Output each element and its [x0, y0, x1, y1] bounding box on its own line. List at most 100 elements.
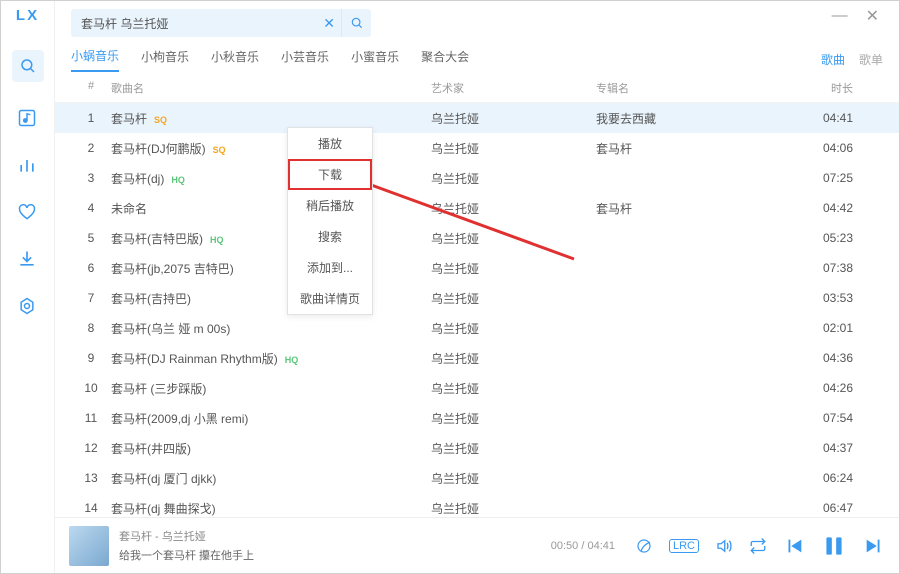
table-row[interactable]: 1套马杆SQ乌兰托娅我要去西藏04:41	[55, 103, 899, 133]
row-artist: 乌兰托娅	[431, 230, 596, 247]
row-song: 套马杆(井四版)	[111, 440, 431, 457]
result-type-playlist[interactable]: 歌单	[859, 51, 883, 68]
row-index: 8	[71, 321, 111, 335]
row-song: 套马杆(DJ Rainman Rhythm版)HQ	[111, 350, 431, 367]
row-artist: 乌兰托娅	[431, 170, 596, 187]
source-tab[interactable]: 小蜗音乐	[71, 47, 119, 72]
row-time: 04:26	[806, 381, 883, 395]
table-row[interactable]: 5套马杆(吉特巴版)HQ乌兰托娅 05:23	[55, 223, 899, 253]
row-song: 套马杆(吉特巴版)HQ	[111, 230, 431, 247]
row-song: 套马杆(dj 厦门 djkk)	[111, 470, 431, 487]
player-time: 00:50 / 04:41	[551, 540, 615, 552]
row-index: 13	[71, 471, 111, 485]
source-tabs: 小蜗音乐小枸音乐小秋音乐小芸音乐小蜜音乐聚合大会 歌曲 歌单	[55, 37, 899, 72]
app-logo: LX	[16, 7, 39, 24]
table-row[interactable]: 12套马杆(井四版)乌兰托娅 04:37	[55, 433, 899, 463]
row-song: 套马杆(吉持巴)	[111, 290, 431, 307]
table-row[interactable]: 13套马杆(dj 厦门 djkk)乌兰托娅 06:24	[55, 463, 899, 493]
source-tab[interactable]: 小蜜音乐	[351, 48, 399, 71]
context-menu-item[interactable]: 播放	[288, 128, 372, 159]
row-index: 7	[71, 291, 111, 305]
lrc-toggle[interactable]: LRC	[669, 539, 699, 553]
row-song: 套马杆SQ	[111, 110, 431, 127]
table-row[interactable]: 11套马杆(2009,dj 小黑 remi)乌兰托娅07:54	[55, 403, 899, 433]
table-row[interactable]: 8套马杆(乌兰 娅 m 00s)乌兰托娅02:01	[55, 313, 899, 343]
source-tab[interactable]: 小芸音乐	[281, 48, 329, 71]
nav-favorites-icon[interactable]	[17, 202, 38, 223]
row-song: 套马杆(DJ何鹏版)SQ	[111, 140, 431, 157]
play-pause-button[interactable]	[821, 533, 847, 559]
col-album: 专辑名	[596, 80, 806, 96]
sidebar: LX	[1, 1, 55, 573]
source-tab[interactable]: 小枸音乐	[141, 48, 189, 71]
context-menu-item[interactable]: 添加到...	[288, 252, 372, 283]
row-index: 3	[71, 171, 111, 185]
row-artist: 乌兰托娅	[431, 440, 596, 457]
row-artist: 乌兰托娅	[431, 260, 596, 277]
row-index: 5	[71, 231, 111, 245]
row-time: 04:41	[806, 111, 883, 125]
now-playing-lyric: 给我一个套马杆 攥在他手上	[119, 547, 254, 563]
row-song: 套马杆(乌兰 娅 m 00s)	[111, 320, 431, 337]
context-menu-item[interactable]: 搜索	[288, 221, 372, 252]
row-time: 06:47	[806, 501, 883, 515]
search-button[interactable]	[341, 9, 371, 37]
context-menu-item[interactable]: 歌曲详情页	[288, 283, 372, 314]
row-artist: 乌兰托娅	[431, 500, 596, 517]
source-tab[interactable]: 小秋音乐	[211, 48, 259, 71]
table-row[interactable]: 2套马杆(DJ何鹏版)SQ乌兰托娅套马杆04:06	[55, 133, 899, 163]
table-row[interactable]: 3套马杆(dj)HQ乌兰托娅 07:25	[55, 163, 899, 193]
nav-search-icon[interactable]	[12, 50, 44, 82]
row-artist: 乌兰托娅	[431, 470, 596, 487]
row-index: 12	[71, 441, 111, 455]
context-menu: 播放下载稍后播放搜索添加到...歌曲详情页	[287, 127, 373, 315]
nav-songlist-icon[interactable]	[17, 108, 38, 129]
next-button[interactable]	[863, 535, 885, 557]
row-artist: 乌兰托娅	[431, 110, 596, 127]
row-index: 6	[71, 261, 111, 275]
row-artist: 乌兰托娅	[431, 380, 596, 397]
row-index: 10	[71, 381, 111, 395]
table-row[interactable]: 9套马杆(DJ Rainman Rhythm版)HQ乌兰托娅04:36	[55, 343, 899, 373]
context-menu-item[interactable]: 下载	[288, 159, 372, 190]
row-song: 套马杆(dj 舞曲探戈)	[111, 500, 431, 517]
row-time: 07:38	[806, 261, 883, 275]
row-time: 07:54	[806, 411, 883, 425]
minimize-button[interactable]: —	[832, 7, 848, 25]
row-time: 06:24	[806, 471, 883, 485]
row-index: 4	[71, 201, 111, 215]
clear-search-icon[interactable]: ✕	[323, 15, 335, 32]
row-index: 1	[71, 111, 111, 125]
row-album: 我要去西藏	[596, 110, 806, 127]
row-time: 02:01	[806, 321, 883, 335]
table-row[interactable]: 7套马杆(吉持巴)乌兰托娅03:53	[55, 283, 899, 313]
nav-downloads-icon[interactable]	[17, 249, 38, 270]
row-time: 07:25	[806, 171, 883, 185]
nav-charts-icon[interactable]	[17, 155, 38, 176]
play-mode-icon[interactable]	[749, 537, 767, 555]
table-row[interactable]: 10套马杆 (三步踩版)乌兰托娅04:26	[55, 373, 899, 403]
row-index: 14	[71, 501, 111, 515]
table-row[interactable]: 4未命名乌兰托娅套马杆04:42	[55, 193, 899, 223]
row-index: 11	[71, 411, 111, 425]
desktop-lyrics-icon[interactable]	[635, 537, 653, 555]
row-time: 04:37	[806, 441, 883, 455]
row-index: 2	[71, 141, 111, 155]
source-tab[interactable]: 聚合大会	[421, 48, 469, 71]
table-row[interactable]: 6套马杆(jb,2075 吉特巴)乌兰托娅07:38	[55, 253, 899, 283]
col-song: 歌曲名	[111, 80, 431, 96]
col-artist: 艺术家	[431, 80, 596, 96]
row-artist: 乌兰托娅	[431, 350, 596, 367]
nav-settings-icon[interactable]	[17, 296, 38, 317]
volume-icon[interactable]	[715, 537, 733, 555]
row-time: 05:23	[806, 231, 883, 245]
row-song: 套马杆(dj)HQ	[111, 170, 431, 187]
close-button[interactable]: ✕	[866, 6, 879, 26]
player-bar: 套马杆 - 乌兰托娅 给我一个套马杆 攥在他手上 00:50 / 04:41 L…	[55, 517, 899, 573]
album-cover[interactable]	[69, 526, 109, 566]
context-menu-item[interactable]: 稍后播放	[288, 190, 372, 221]
result-type-song[interactable]: 歌曲	[821, 51, 845, 68]
table-row[interactable]: 14套马杆(dj 舞曲探戈)乌兰托娅 06:47	[55, 493, 899, 517]
search-input[interactable]	[71, 9, 341, 37]
previous-button[interactable]	[783, 535, 805, 557]
